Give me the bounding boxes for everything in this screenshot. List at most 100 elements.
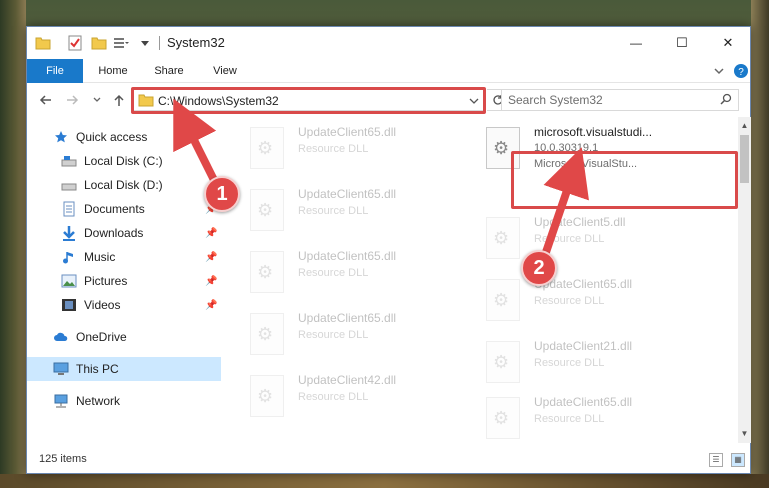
sidebar-item-label: Pictures (84, 274, 128, 288)
folder-icon[interactable] (35, 35, 51, 51)
tab-view[interactable]: View (199, 59, 251, 83)
videos-icon (61, 297, 77, 313)
chevron-down-icon[interactable] (137, 35, 153, 51)
sidebar-item-label: Local Disk (D:) (84, 178, 163, 192)
search-box[interactable] (501, 89, 739, 111)
vertical-scrollbar[interactable]: ▲ ▼ (738, 117, 751, 443)
dll-file-icon: ⚙ (250, 189, 284, 231)
cloud-icon (53, 329, 69, 345)
pin-icon[interactable]: 📌 (205, 276, 217, 287)
callout-badge-2: 2 (521, 250, 557, 286)
tab-file[interactable]: File (27, 59, 83, 83)
scroll-down-icon[interactable]: ▼ (738, 427, 751, 441)
back-button[interactable] (37, 92, 53, 108)
window-title: System32 (167, 35, 225, 50)
file-list: ⚙ UpdateClient65.dll Resource DLL ⚙ Upda… (224, 117, 738, 443)
dll-file-icon: ⚙ (486, 341, 520, 383)
sidebar-item-label: Videos (84, 298, 121, 312)
sidebar-item-documents[interactable]: Documents 📌 (27, 197, 221, 221)
drive-icon (61, 177, 77, 193)
computer-icon (53, 361, 69, 377)
desktop-background-bottom (0, 474, 769, 488)
up-button[interactable] (111, 92, 127, 108)
dll-file-icon: ⚙ (486, 217, 520, 259)
list-item[interactable]: ⚙ UpdateClient65.dll Resource DLL (238, 247, 468, 301)
sidebar-item-music[interactable]: Music 📌 (27, 245, 221, 269)
status-bar: 125 items ☰ ▦ (27, 447, 750, 473)
desktop-background-right (751, 0, 769, 488)
file-type: Resource DLL (298, 267, 369, 279)
minimize-button[interactable]: — (613, 27, 659, 59)
pin-icon[interactable]: 📌 (205, 252, 217, 263)
large-icons-view-icon[interactable]: ▦ (731, 453, 745, 467)
explorer-window: System32 — ☐ ✕ File Home Share View ? C:… (26, 26, 751, 474)
properties-icon[interactable] (67, 35, 83, 51)
list-item[interactable]: ⚙ UpdateClient65.dll Resource DLL (478, 275, 708, 329)
sidebar-item-label: Network (76, 394, 121, 408)
sidebar-item-downloads[interactable]: Downloads 📌 (27, 221, 221, 245)
list-item[interactable]: ⚙ UpdateClient21.dll Resource DLL (478, 337, 708, 391)
close-icon: ✕ (722, 35, 734, 50)
maximize-button[interactable]: ☐ (659, 27, 705, 59)
tab-share[interactable]: Share (143, 59, 195, 83)
sidebar-item-videos[interactable]: Videos 📌 (27, 293, 221, 317)
item-count: 125 items (39, 453, 87, 465)
dll-file-icon: ⚙ (250, 251, 284, 293)
file-type: Resource DLL (534, 413, 605, 425)
file-name: UpdateClient65.dll (298, 249, 397, 263)
help-icon[interactable]: ? (733, 63, 749, 79)
file-name: microsoft.visualstudi... (534, 125, 653, 139)
forward-button[interactable] (65, 92, 81, 108)
maximize-icon: ☐ (676, 35, 688, 50)
drive-icon (61, 153, 77, 169)
file-name: UpdateClient42.dll (298, 373, 397, 387)
file-name: UpdateClient65.dll (298, 311, 397, 325)
dll-file-icon: ⚙ (250, 375, 284, 417)
new-folder-icon[interactable] (91, 35, 107, 51)
title-separator (159, 36, 160, 50)
list-item[interactable]: ⚙ UpdateClient65.dll Resource DLL (238, 123, 468, 177)
documents-icon (61, 201, 77, 217)
list-item[interactable]: ⚙ UpdateClient65.dll Resource DLL (238, 185, 468, 239)
scroll-up-icon[interactable]: ▲ (738, 119, 751, 133)
details-view-icon[interactable]: ☰ (709, 453, 723, 467)
sidebar-item-quick-access[interactable]: Quick access (27, 125, 221, 149)
sidebar-item-label: Music (84, 250, 116, 264)
download-icon (61, 225, 77, 241)
customize-toolbar-icon[interactable] (113, 35, 129, 51)
sidebar-item-label: Local Disk (C:) (84, 154, 163, 168)
sidebar-item-network[interactable]: Network (27, 389, 221, 413)
ribbon: File Home Share View ? (27, 59, 750, 83)
list-item[interactable]: ⚙ UpdateClient65.dll Resource DLL (238, 309, 468, 363)
expand-ribbon-icon[interactable] (711, 63, 727, 79)
file-highlight-box (511, 151, 738, 209)
close-button[interactable]: ✕ (705, 27, 751, 59)
list-item[interactable]: ⚙ UpdateClient42.dll Resource DLL (238, 371, 468, 425)
minimize-icon: — (630, 36, 642, 50)
list-item[interactable]: ⚙ UpdateClient5.dll Resource DLL (478, 213, 708, 267)
sidebar-item-label: Quick access (76, 130, 148, 144)
file-name: UpdateClient65.dll (298, 187, 397, 201)
file-name: UpdateClient65.dll (534, 395, 633, 409)
sidebar-item-local-disk-d[interactable]: Local Disk (D:) (27, 173, 221, 197)
dll-file-icon: ⚙ (486, 279, 520, 321)
star-icon (53, 129, 69, 145)
sidebar-item-this-pc[interactable]: This PC (27, 357, 221, 381)
sidebar-item-local-disk-c[interactable]: Local Disk (C:) (27, 149, 221, 173)
search-input[interactable] (502, 90, 712, 110)
address-highlight-box (131, 87, 486, 114)
sidebar-item-pictures[interactable]: Pictures 📌 (27, 269, 221, 293)
pictures-icon (61, 273, 77, 289)
scrollbar-thumb[interactable] (740, 135, 749, 183)
pin-icon[interactable]: 📌 (205, 228, 217, 239)
list-item[interactable]: ⚙ UpdateClient65.dll Resource DLL (478, 393, 708, 447)
tab-home[interactable]: Home (87, 59, 139, 83)
back-arrow-icon (39, 95, 51, 105)
up-arrow-icon (114, 94, 124, 106)
recent-locations-button[interactable] (89, 92, 105, 108)
search-icon[interactable] (720, 93, 732, 105)
sidebar-item-onedrive[interactable]: OneDrive (27, 325, 221, 349)
pin-icon[interactable]: 📌 (205, 300, 217, 311)
file-name: UpdateClient65.dll (298, 125, 397, 139)
sidebar-item-label: Downloads (84, 226, 144, 240)
